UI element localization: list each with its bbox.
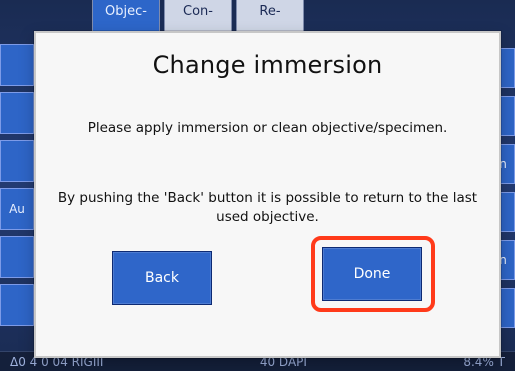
left-item-1[interactable] — [0, 44, 34, 86]
dialog-message-2: By pushing the 'Back' button it is possi… — [57, 190, 478, 225]
tab-re[interactable]: Re- — [236, 0, 304, 32]
tab-objec[interactable]: Objec- — [92, 0, 160, 32]
back-button[interactable]: Back — [112, 251, 212, 305]
done-button[interactable]: Done — [322, 247, 422, 301]
background-tabs: Objec- Con- Re- — [92, 0, 304, 34]
left-item-4[interactable]: Au — [0, 188, 34, 230]
left-item-2[interactable] — [0, 92, 34, 134]
left-item-6[interactable] — [0, 284, 34, 326]
background-left-strip: Au — [0, 34, 34, 352]
tab-con[interactable]: Con- — [164, 0, 232, 32]
left-item-3[interactable] — [0, 140, 34, 182]
dialog-title: Change immersion — [152, 51, 383, 79]
dialog-message-1: Please apply immersion or clean objectiv… — [87, 120, 448, 136]
screen: Objec- Con- Re- Au n n Δ0 4 0 04 RIGIII … — [0, 0, 515, 371]
left-item-5[interactable] — [0, 236, 34, 278]
change-immersion-dialog: Change immersion Please apply immersion … — [34, 31, 501, 358]
